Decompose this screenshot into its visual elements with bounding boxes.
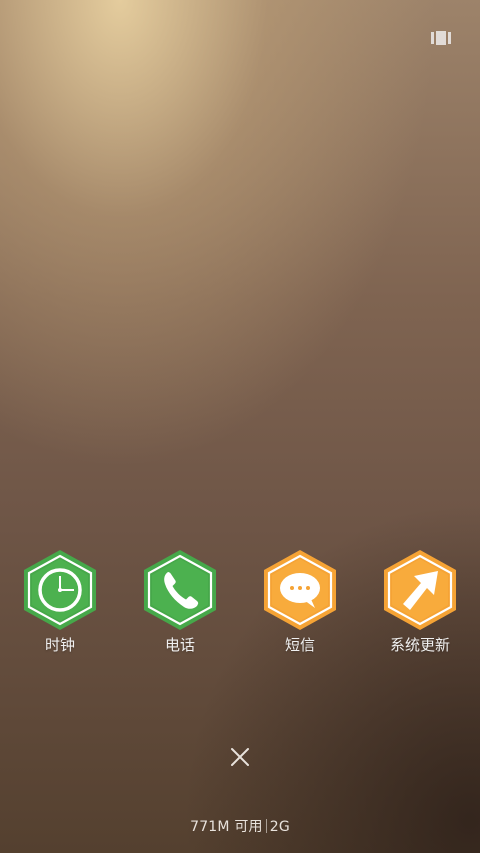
phone-icon: [144, 550, 216, 630]
memory-divider: [265, 819, 267, 833]
update-arrow-icon: [384, 550, 456, 630]
app-label-clock: 时钟: [44, 636, 75, 654]
close-icon[interactable]: [228, 745, 252, 769]
app-label-system-update: 系统更新: [389, 636, 450, 654]
message-icon: [264, 550, 336, 630]
app-label-sms: 短信: [284, 636, 315, 654]
app-system-update[interactable]: 系统更新: [360, 548, 480, 658]
memory-available: 771M 可用: [190, 819, 263, 835]
recent-apps-row: 时钟 电话 短信 系统更新: [0, 548, 480, 668]
memory-status: 771M 可用 2G: [0, 816, 480, 836]
app-clock[interactable]: 时钟: [0, 548, 120, 658]
app-sms[interactable]: 短信: [240, 548, 360, 658]
overview-icon[interactable]: [431, 31, 451, 45]
clock-icon: [24, 550, 96, 630]
app-label-phone: 电话: [164, 636, 195, 654]
memory-total: 2G: [269, 819, 290, 835]
app-phone[interactable]: 电话: [120, 548, 240, 658]
